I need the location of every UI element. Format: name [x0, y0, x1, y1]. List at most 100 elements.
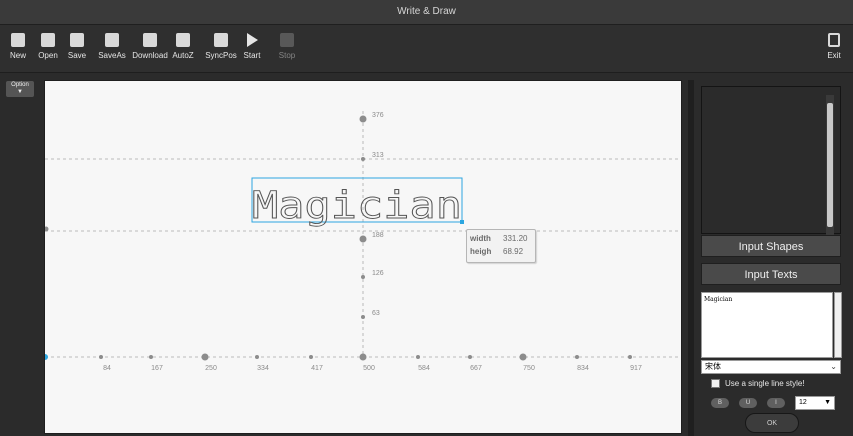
- y-tick-label: 376: [372, 112, 384, 119]
- tooltip-width-label: width: [470, 234, 491, 243]
- option-label: Option: [11, 82, 29, 88]
- chevron-down-icon: ⌄: [830, 362, 837, 371]
- x-tick-dot: [575, 355, 579, 359]
- canvas-svg: 84 167 250 334 417 500 584 667 750 834 917 376 313 1…: [45, 111, 681, 372]
- autoz-button[interactable]: AutoZ: [166, 27, 200, 69]
- x-tick-dot: [359, 353, 367, 361]
- size-tooltip: width 331.20 heigh 68.92: [466, 229, 536, 263]
- single-line-checkbox[interactable]: [711, 379, 720, 389]
- panel-divider: [688, 80, 694, 436]
- stop-button[interactable]: Stop: [270, 27, 304, 69]
- y-tick-dot: [359, 235, 367, 243]
- y-tick-label: 188: [372, 232, 384, 239]
- origin-marker: [45, 354, 48, 360]
- x-tick-dot: [99, 355, 103, 359]
- saveas-button-label: SaveAs: [98, 51, 126, 60]
- preview-scrollbar[interactable]: [826, 95, 834, 235]
- x-tick-label: 250: [205, 365, 217, 372]
- x-tick-dot: [149, 355, 153, 359]
- x-tick-dot: [416, 355, 420, 359]
- input-shapes-button[interactable]: Input Shapes: [701, 235, 841, 257]
- shape-preview-area: [701, 86, 841, 235]
- size-dropdown-arrow-icon: ▼: [824, 399, 831, 406]
- title-bar: Write & Draw: [0, 0, 853, 25]
- syncpos-button[interactable]: SyncPos: [202, 27, 240, 69]
- autoz-button-label: AutoZ: [172, 51, 194, 60]
- x-tick-dot: [201, 353, 209, 361]
- x-tick-dot: [468, 355, 472, 359]
- text-input-area[interactable]: Magician: [701, 292, 833, 358]
- x-tick-label: 917: [630, 365, 642, 372]
- y-tick-label: 63: [372, 310, 380, 317]
- new-button[interactable]: New: [4, 27, 32, 69]
- syncpos-button-label: SyncPos: [205, 51, 237, 60]
- y-tick-dot: [361, 275, 365, 279]
- ok-button[interactable]: OK: [745, 413, 799, 433]
- download-icon: [143, 33, 157, 47]
- y-tick-dot: [361, 315, 365, 319]
- bold-button[interactable]: B: [711, 398, 729, 408]
- toolbar: New Open Save SaveAs Download AutoZ Sync…: [0, 25, 853, 73]
- download-button[interactable]: Download: [130, 27, 170, 69]
- stop-icon: [280, 33, 294, 47]
- x-tick-label: 667: [470, 365, 482, 372]
- new-file-icon: [11, 33, 25, 47]
- font-select[interactable]: 宋体 ⌄: [701, 360, 841, 374]
- font-size-select[interactable]: 12 ▼: [795, 396, 835, 410]
- drawing-canvas[interactable]: 84 167 250 334 417 500 584 667 750 834 917 376 313 1…: [44, 80, 682, 434]
- right-panel: Input Shapes Input Texts Magician 宋体 ⌄ U…: [695, 80, 853, 436]
- x-axis-ticks: 84 167 250 334 417 500 584 667 750 834 917: [99, 353, 642, 372]
- saveas-button[interactable]: SaveAs: [92, 27, 132, 69]
- x-tick-label: 84: [103, 365, 111, 372]
- save-button[interactable]: Save: [62, 27, 92, 69]
- play-icon: [246, 33, 258, 47]
- input-texts-button[interactable]: Input Texts: [701, 263, 841, 285]
- preview-scrollbar-thumb[interactable]: [827, 103, 833, 227]
- option-button[interactable]: Option ▼: [6, 81, 34, 97]
- x-tick-label: 417: [311, 365, 323, 372]
- x-tick-label: 167: [151, 365, 163, 372]
- exit-button[interactable]: Exit: [821, 27, 847, 69]
- exit-icon: [828, 33, 840, 47]
- autoz-icon: [176, 33, 190, 47]
- open-button[interactable]: Open: [34, 27, 62, 69]
- text-input-scrollbar[interactable]: [834, 292, 842, 358]
- tooltip-height-value: 68.92: [503, 247, 524, 256]
- window-title: Write & Draw: [397, 6, 456, 17]
- single-line-label: Use a single line style!: [725, 379, 805, 388]
- left-sidebar: Option ▼: [0, 73, 40, 436]
- italic-button[interactable]: I: [767, 398, 785, 408]
- underline-button[interactable]: U: [739, 398, 757, 408]
- font-select-value: 宋体: [705, 362, 721, 371]
- canvas-text-magician[interactable]: Magician: [252, 184, 463, 228]
- new-button-label: New: [9, 51, 26, 60]
- x-tick-label: 584: [418, 365, 430, 372]
- tooltip-height-label: heigh: [470, 247, 492, 256]
- start-button[interactable]: Start: [236, 27, 268, 69]
- y-tick-dot: [361, 157, 365, 161]
- option-arrow-icon: ▼: [17, 89, 23, 95]
- stop-button-label: Stop: [278, 51, 296, 60]
- start-button-label: Start: [243, 51, 261, 60]
- save-icon: [70, 33, 84, 47]
- download-button-label: Download: [132, 51, 168, 60]
- x-tick-dot: [519, 353, 527, 361]
- sync-position-icon: [214, 33, 228, 47]
- save-as-icon: [105, 33, 119, 47]
- x-tick-label: 750: [523, 365, 535, 372]
- x-tick-dot: [309, 355, 313, 359]
- y-tick-label: 313: [372, 152, 384, 159]
- exit-button-label: Exit: [827, 51, 841, 60]
- y-tick-dot: [359, 115, 367, 123]
- y-tick-label: 126: [372, 270, 384, 277]
- x-tick-label: 500: [363, 365, 375, 372]
- x-tick-dot: [628, 355, 632, 359]
- save-button-label: Save: [67, 51, 87, 60]
- x-tick-dot: [255, 355, 259, 359]
- open-button-label: Open: [38, 51, 58, 60]
- folder-open-icon: [41, 33, 55, 47]
- single-line-option[interactable]: Use a single line style!: [711, 379, 805, 391]
- x-tick-label: 334: [257, 365, 269, 372]
- tooltip-width-value: 331.20: [503, 234, 528, 243]
- x-tick-label: 834: [577, 365, 589, 372]
